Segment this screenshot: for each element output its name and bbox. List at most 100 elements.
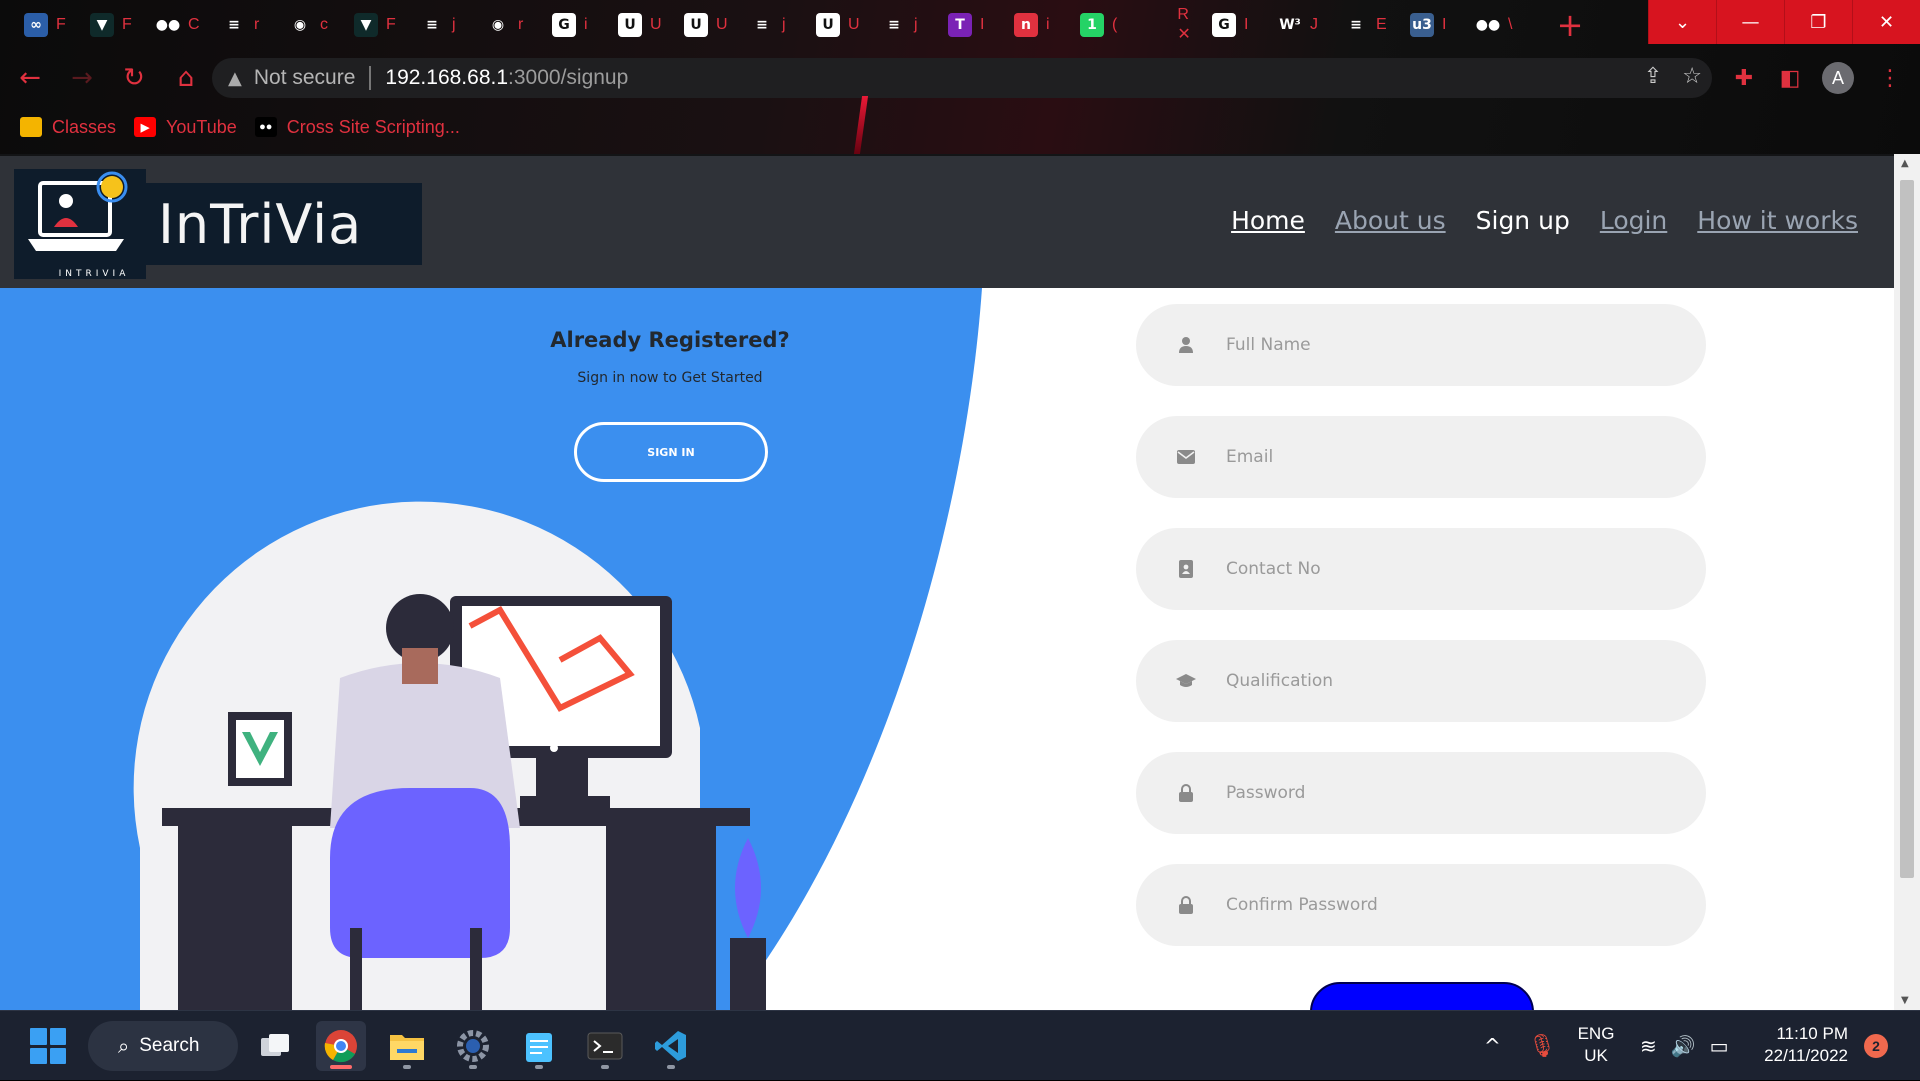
close-icon: ✕ — [1878, 11, 1895, 33]
tab-search-button[interactable]: ⌄ — [1648, 0, 1716, 44]
tab-title: E — [1376, 16, 1387, 33]
browser-tab[interactable]: 1( — [1074, 5, 1140, 45]
browser-tab[interactable]: R ✕ — [1140, 5, 1206, 45]
share-icon[interactable]: ⇪ — [1644, 64, 1662, 89]
address-bar[interactable]: ▲ Not secure 192.168.68.1 :3000/signup ⇪… — [212, 58, 1712, 98]
browser-tab[interactable]: ≡ j — [744, 5, 810, 45]
scroll-up-icon[interactable]: ▲ — [1901, 158, 1909, 169]
tab-title: r — [254, 16, 260, 33]
chevron-down-icon: ⌄ — [1674, 11, 1691, 33]
forward-button[interactable]: → — [60, 56, 104, 100]
side-panel-button[interactable]: ◧ — [1770, 58, 1810, 98]
browser-tab[interactable]: ▼ F — [348, 5, 414, 45]
email-input[interactable] — [1226, 447, 1666, 467]
task-view-button[interactable] — [250, 1021, 300, 1071]
taskbar-notepad[interactable] — [514, 1021, 564, 1071]
browser-tab[interactable]: W³ J — [1272, 5, 1338, 45]
language-region: UK — [1584, 1046, 1608, 1065]
tray-microphone[interactable]: 🎙 — [1528, 1011, 1556, 1081]
browser-tab[interactable]: ≡ E — [1338, 5, 1404, 45]
logo-wordmark[interactable]: InTriVia — [146, 183, 422, 265]
browser-tab[interactable]: ●● \ — [1470, 5, 1536, 45]
browser-tab[interactable]: ◉ r — [480, 5, 546, 45]
minimize-button[interactable]: — — [1716, 0, 1784, 44]
profile-avatar[interactable]: A — [1822, 62, 1854, 94]
minimize-icon: — — [1741, 11, 1760, 33]
browser-tab[interactable]: ≡ r — [216, 5, 282, 45]
tab-title: U — [848, 16, 860, 33]
language-indicator[interactable]: ENG UK — [1574, 1023, 1618, 1067]
browser-tab[interactable]: UU — [678, 5, 744, 45]
r-tab-icon — [1146, 13, 1169, 37]
browser-tab[interactable]: UU — [612, 5, 678, 45]
taskbar-settings[interactable] — [448, 1021, 498, 1071]
browser-tab[interactable]: GI — [1206, 5, 1272, 45]
notification-badge[interactable]: 2 — [1864, 1034, 1888, 1058]
graduation-cap-icon — [1176, 671, 1196, 691]
taskbar-search[interactable]: ⌕ Search — [88, 1021, 238, 1071]
browser-tab[interactable]: UU — [810, 5, 876, 45]
password-input[interactable] — [1226, 783, 1666, 803]
stackoverflow-icon: ≡ — [426, 17, 438, 33]
tray-network-volume-battery[interactable]: ≋ 🔊 ▭ — [1640, 1011, 1729, 1081]
side-panel-icon: ◧ — [1779, 65, 1801, 91]
scroll-down-icon[interactable]: ▼ — [1901, 995, 1909, 1006]
taskbar-vscode[interactable] — [646, 1021, 696, 1071]
back-button[interactable]: ← — [8, 56, 52, 100]
bookmark-item[interactable]: Classes — [20, 117, 116, 138]
reload-button[interactable]: ↻ — [112, 56, 156, 100]
sign-in-button[interactable]: SIGN IN — [574, 422, 768, 482]
chevron-up-icon: ^ — [1484, 1034, 1501, 1058]
system-clock[interactable]: 11:10 PM 22/11/2022 — [1756, 1023, 1848, 1067]
close-window-button[interactable]: ✕ — [1852, 0, 1920, 44]
whatsapp-icon: 1 — [1080, 13, 1104, 37]
browser-tab[interactable]: ●● C — [150, 5, 216, 45]
security-label[interactable]: Not secure — [254, 66, 372, 90]
browser-tab[interactable]: TI — [942, 5, 1008, 45]
browser-tab[interactable]: ∞ F — [18, 5, 84, 45]
taskbar-terminal[interactable] — [580, 1021, 630, 1071]
browser-menu-button[interactable]: ⋮ — [1870, 58, 1910, 98]
bookmark-item[interactable]: ▶ YouTube — [134, 117, 237, 138]
logo-emblem[interactable]: INTRIVIA — [14, 169, 146, 279]
taskbar-file-explorer[interactable] — [382, 1021, 432, 1071]
extensions-button[interactable]: ✚ — [1724, 58, 1764, 98]
nav-sign-up[interactable]: Sign up — [1476, 206, 1570, 235]
browser-tab[interactable]: ≡ j — [414, 5, 480, 45]
logo-caption: INTRIVIA — [58, 269, 130, 279]
new-tab-button[interactable]: + — [1550, 5, 1590, 45]
tab-title: I — [1442, 16, 1447, 33]
clock-time: 11:10 PM — [1776, 1024, 1848, 1043]
nav-about-us[interactable]: About us — [1335, 206, 1446, 235]
tray-chevron[interactable]: ^ — [1484, 1011, 1501, 1081]
contact-no-input[interactable] — [1226, 559, 1666, 579]
nav-home[interactable]: Home — [1231, 206, 1305, 235]
bookmark-star-icon[interactable]: ☆ — [1682, 64, 1702, 89]
google-icon: G — [1212, 13, 1236, 37]
nav-login[interactable]: Login — [1600, 206, 1667, 235]
confirm-password-input[interactable] — [1226, 895, 1666, 915]
bookmark-item[interactable]: ●● Cross Site Scripting... — [254, 117, 460, 138]
nav-how-it-works[interactable]: How it works — [1697, 206, 1858, 235]
contact-card-icon — [1176, 559, 1196, 579]
arrow-right-icon: → — [71, 63, 93, 93]
browser-tab[interactable]: ≡ j — [876, 5, 942, 45]
w3-icon: u3 — [1410, 13, 1434, 37]
browser-tab[interactable]: Gi — [546, 5, 612, 45]
windows-start-icon[interactable] — [30, 1028, 66, 1064]
full-name-input[interactable] — [1226, 335, 1666, 355]
page-scrollbar[interactable]: ▲ ▼ — [1894, 154, 1920, 1010]
scrollbar-thumb[interactable] — [1900, 180, 1914, 878]
arrow-left-icon: ← — [19, 63, 41, 93]
home-button[interactable]: ⌂ — [164, 56, 208, 100]
qualification-input[interactable] — [1226, 671, 1666, 691]
browser-tab[interactable]: ▼ F — [84, 5, 150, 45]
browser-tab[interactable]: ◉ c — [282, 5, 348, 45]
restore-button[interactable]: ❐ — [1784, 0, 1852, 44]
notepad-icon — [526, 1033, 552, 1062]
browser-tab[interactable]: u3 I — [1404, 5, 1470, 45]
taskbar-chrome[interactable] — [316, 1021, 366, 1071]
hackthebox-icon: ▼ — [90, 13, 114, 37]
browser-tab[interactable]: ni — [1008, 5, 1074, 45]
battery-icon: ▭ — [1709, 1034, 1729, 1058]
